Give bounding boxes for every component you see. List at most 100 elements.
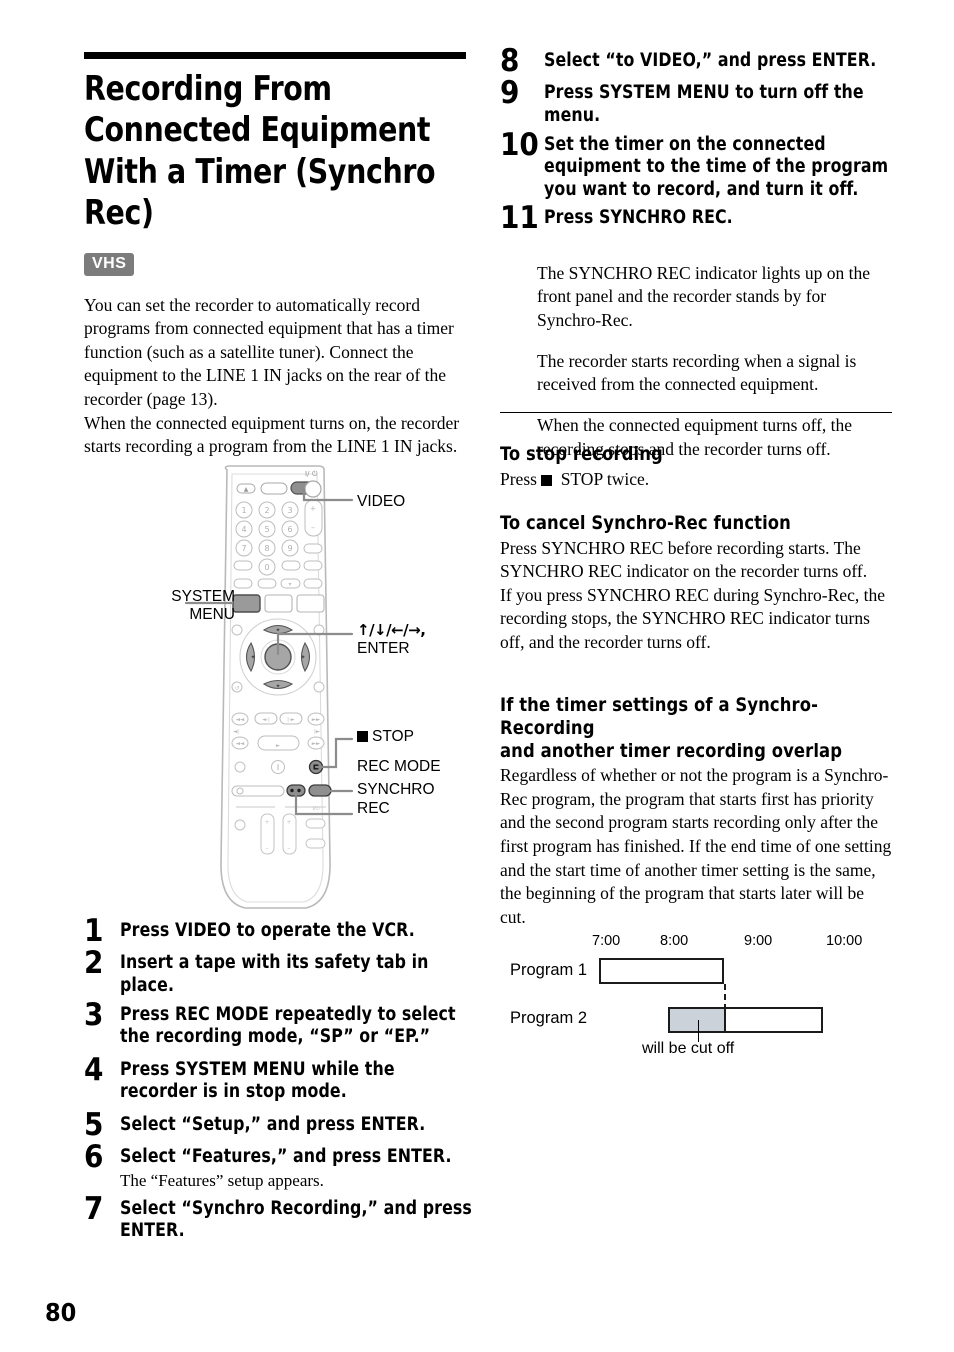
step-body: Press SYSTEM MENU to turn off the menu. — [544, 82, 892, 127]
step-item: 6 Select “Features,” and press ENTER. Th… — [84, 1142, 474, 1192]
remote-label-system-menu-line2: MENU — [189, 606, 235, 624]
svg-text:◄◄: ◄◄ — [236, 741, 245, 747]
intro-paragraph-1: You can set the recorder to automaticall… — [84, 294, 454, 409]
step-sub-text: The “Features” setup appears. — [120, 1170, 324, 1190]
timeline-diagram: 7:00 8:00 9:00 10:00 Program 1 Program 2… — [500, 925, 892, 1065]
overlap-paragraph-1: Regardless of whether or not the program… — [500, 765, 892, 927]
svg-text:►►: ►► — [312, 717, 321, 723]
step-body: Select “Features,” and press ENTER. The … — [120, 1146, 474, 1192]
step-number: 1 — [84, 913, 104, 949]
svg-text:◄◄: ◄◄ — [236, 717, 245, 723]
remote-control-illustration: ▲ I/ ⏻ 123 456 789 0 + – ▾ ↺ ✦ ✦ ✦ ✦ ◄◄ … — [184, 465, 354, 909]
step-body: Press VIDEO to operate the VCR. — [120, 920, 474, 943]
title-rule — [84, 52, 466, 59]
svg-text:↺: ↺ — [234, 685, 239, 692]
svg-text:4: 4 — [241, 525, 246, 534]
step-text: Press REC MODE repeatedly to select the … — [120, 1003, 456, 1048]
step-body: Press SYSTEM MENU while the recorder is … — [120, 1059, 474, 1104]
step-text: Press SYSTEM MENU while the recorder is … — [120, 1058, 395, 1103]
page-title: Recording From Connected Equipment With … — [84, 69, 436, 234]
step-number: 8 — [500, 43, 520, 79]
svg-text:✦: ✦ — [300, 654, 305, 661]
step-item: 5 Select “Setup,” and press ENTER. — [84, 1106, 474, 1143]
svg-text:+: + — [264, 819, 269, 826]
remote-label-enter-text: ENTER — [357, 639, 410, 657]
svg-text:–: – — [266, 845, 269, 852]
timeline-annotation-caption: will be cut off — [642, 1040, 735, 1057]
svg-text:–: – — [288, 845, 291, 852]
section-heading-line1: If the timer settings of a Synchro-Recor… — [500, 694, 818, 739]
timeline-bar-program2-cut-segment — [668, 1007, 726, 1033]
step-item: 3 Press REC MODE repeatedly to select th… — [84, 996, 474, 1049]
step-number: 5 — [84, 1106, 104, 1143]
remote-label-rec-mode: REC MODE — [357, 758, 441, 775]
section-heading: If the timer settings of a Synchro-Recor… — [500, 694, 891, 762]
cancel-paragraph-2: If you press SYNCHRO REC during Synchro-… — [500, 584, 885, 652]
step-body: Select “Setup,” and press ENTER. — [120, 1114, 474, 1137]
remote-label-enter: ↑/↓/←/→, ENTER — [357, 621, 426, 658]
step-body: Select “to VIDEO,” and press ENTER. — [544, 50, 892, 73]
step-body: Set the timer on the connected equipment… — [544, 134, 892, 202]
timeline-bar-program2 — [724, 1007, 823, 1033]
direction-arrows-icon: ↑/↓/←/→, — [357, 621, 426, 639]
svg-text:6: 6 — [287, 525, 292, 534]
svg-text:◄|: ◄| — [233, 729, 239, 735]
step-item: 10 Set the timer on the connected equipm… — [500, 129, 892, 202]
svg-text:–: – — [311, 523, 315, 532]
step-text: Select “to VIDEO,” and press ENTER. — [544, 50, 877, 71]
svg-text:1: 1 — [241, 506, 246, 515]
svg-text:+: + — [286, 819, 291, 826]
step-text: Set the timer on the connected equipment… — [544, 133, 889, 200]
svg-text:3: 3 — [287, 506, 292, 515]
manual-page: Recording From Connected Equipment With … — [0, 0, 954, 1352]
step-body: Press SYNCHRO REC. — [544, 207, 892, 230]
left-column: Recording From Connected Equipment With … — [84, 52, 470, 459]
section-body: Press STOP twice. — [500, 468, 892, 492]
step-body: Select “Synchro Recording,” and press EN… — [120, 1198, 474, 1243]
stop-square-icon — [357, 731, 368, 742]
timeline-row-label-program1: Program 1 — [510, 961, 588, 979]
svg-text:|►: |► — [314, 729, 321, 735]
step-number: 11 — [500, 200, 539, 237]
svg-text:I/: I/ — [305, 470, 310, 478]
timeline-tick-label: 9:00 — [744, 933, 773, 949]
timeline-tick-label: 7:00 — [592, 933, 621, 949]
svg-text:►►: ►► — [312, 741, 321, 747]
remote-control-figure: ▲ I/ ⏻ 123 456 789 0 + – ▾ ↺ ✦ ✦ ✦ ✦ ◄◄ … — [120, 462, 480, 918]
svg-text:8: 8 — [264, 544, 269, 553]
step-item: 8 Select “to VIDEO,” and press ENTER. — [500, 43, 892, 79]
svg-text:+: + — [310, 504, 317, 513]
step-number: 4 — [84, 1051, 104, 1088]
step-item: 1 Press VIDEO to operate the VCR. — [84, 913, 474, 949]
section-heading: To cancel Synchro-Rec function — [500, 512, 791, 534]
section-cancel-synchro-rec: To cancel Synchro-Rec function Press SYN… — [500, 512, 892, 654]
section-heading: To stop recording — [500, 443, 663, 465]
svg-text:▾: ▾ — [288, 581, 291, 588]
step-item: 4 Press SYSTEM MENU while the recorder i… — [84, 1051, 474, 1104]
svg-text:✦: ✦ — [250, 654, 255, 661]
step11-detail-p1: The SYNCHRO REC indicator lights up on t… — [537, 262, 870, 330]
timeline-bar-program1 — [599, 958, 724, 984]
step11-detail-p2: The recorder starts recording when a sig… — [537, 350, 857, 395]
cancel-paragraph-1: Press SYNCHRO REC before recording start… — [500, 537, 868, 582]
svg-text:‖: ‖ — [277, 764, 280, 771]
step-item: 7 Select “Synchro Recording,” and press … — [84, 1193, 474, 1243]
svg-text:9: 9 — [287, 544, 292, 553]
step-text: Select “Setup,” and press ENTER. — [120, 1113, 426, 1135]
stop-recording-instruction: Press STOP twice. — [500, 468, 892, 492]
remote-label-synchro-rec: SYNCHRO REC — [357, 780, 435, 819]
timeline-tick-label: 8:00 — [660, 933, 689, 949]
svg-text:✦: ✦ — [275, 683, 280, 690]
steps-list-left: 1 Press VIDEO to operate the VCR. 2 Inse… — [84, 913, 474, 1249]
step-number: 9 — [500, 75, 520, 112]
step-text: Select “Features,” and press ENTER. — [120, 1146, 452, 1168]
step-body: Press REC MODE repeatedly to select the … — [120, 1004, 474, 1049]
step-text: Press VIDEO to operate the VCR. — [120, 920, 415, 941]
page-number: 80 — [45, 1298, 77, 1327]
svg-text:2: 2 — [264, 506, 269, 515]
step-number: 3 — [84, 996, 104, 1033]
step-text: Press SYSTEM MENU to turn off the menu. — [544, 82, 864, 126]
svg-text:0: 0 — [264, 563, 269, 572]
remote-label-video: VIDEO — [357, 493, 406, 510]
timeline-annotation-leader — [698, 1020, 699, 1042]
